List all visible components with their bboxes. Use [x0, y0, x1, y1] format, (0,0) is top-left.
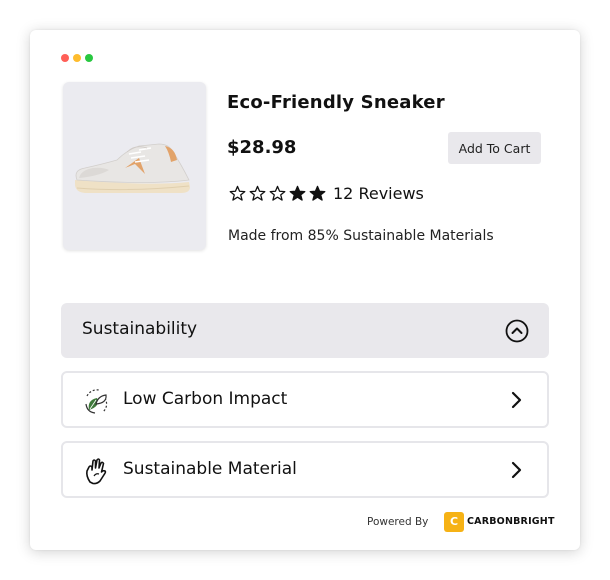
star-empty-icon [229, 185, 246, 201]
material-text: Made from 85% Sustainable Materials [228, 228, 494, 244]
chevron-right-icon [511, 391, 522, 409]
close-dot[interactable] [61, 54, 69, 62]
star-empty-icon [249, 185, 266, 201]
maximize-dot[interactable] [85, 54, 93, 62]
star-filled-icon [289, 185, 306, 201]
low-carbon-impact-item[interactable]: Low Carbon Impact [61, 371, 549, 428]
star-rating [228, 184, 327, 203]
sustainability-accordion-header[interactable]: Sustainability [61, 303, 549, 358]
carbonbright-logo-icon: C [444, 512, 464, 532]
chevron-up-circle-icon[interactable] [505, 319, 529, 343]
low-carbon-impact-label: Low Carbon Impact [123, 389, 288, 409]
hand-icon [86, 458, 107, 485]
leaf-cycle-icon [85, 389, 108, 414]
reviews-count-link[interactable]: 12 Reviews [333, 184, 424, 203]
minimize-dot[interactable] [73, 54, 81, 62]
sustainable-material-item[interactable]: Sustainable Material [61, 441, 549, 498]
rating-row: 12 Reviews [228, 184, 424, 203]
star-filled-icon [309, 185, 326, 201]
powered-by-text: Powered By [367, 516, 429, 528]
sustainability-title: Sustainability [82, 319, 198, 339]
product-image [63, 82, 206, 250]
star-empty-icon [269, 185, 286, 201]
sneaker-image [75, 143, 190, 193]
chevron-right-icon [511, 461, 522, 479]
product-price: $28.98 [227, 137, 297, 158]
brand-name[interactable]: CARBONBRIGHT [467, 516, 555, 527]
add-to-cart-button[interactable]: Add To Cart [448, 132, 541, 164]
sustainable-material-label: Sustainable Material [123, 459, 297, 479]
product-title: Eco-Friendly Sneaker [227, 92, 445, 113]
window-controls [61, 54, 93, 62]
product-card: Eco-Friendly Sneaker $28.98 Add To Cart … [30, 30, 580, 550]
